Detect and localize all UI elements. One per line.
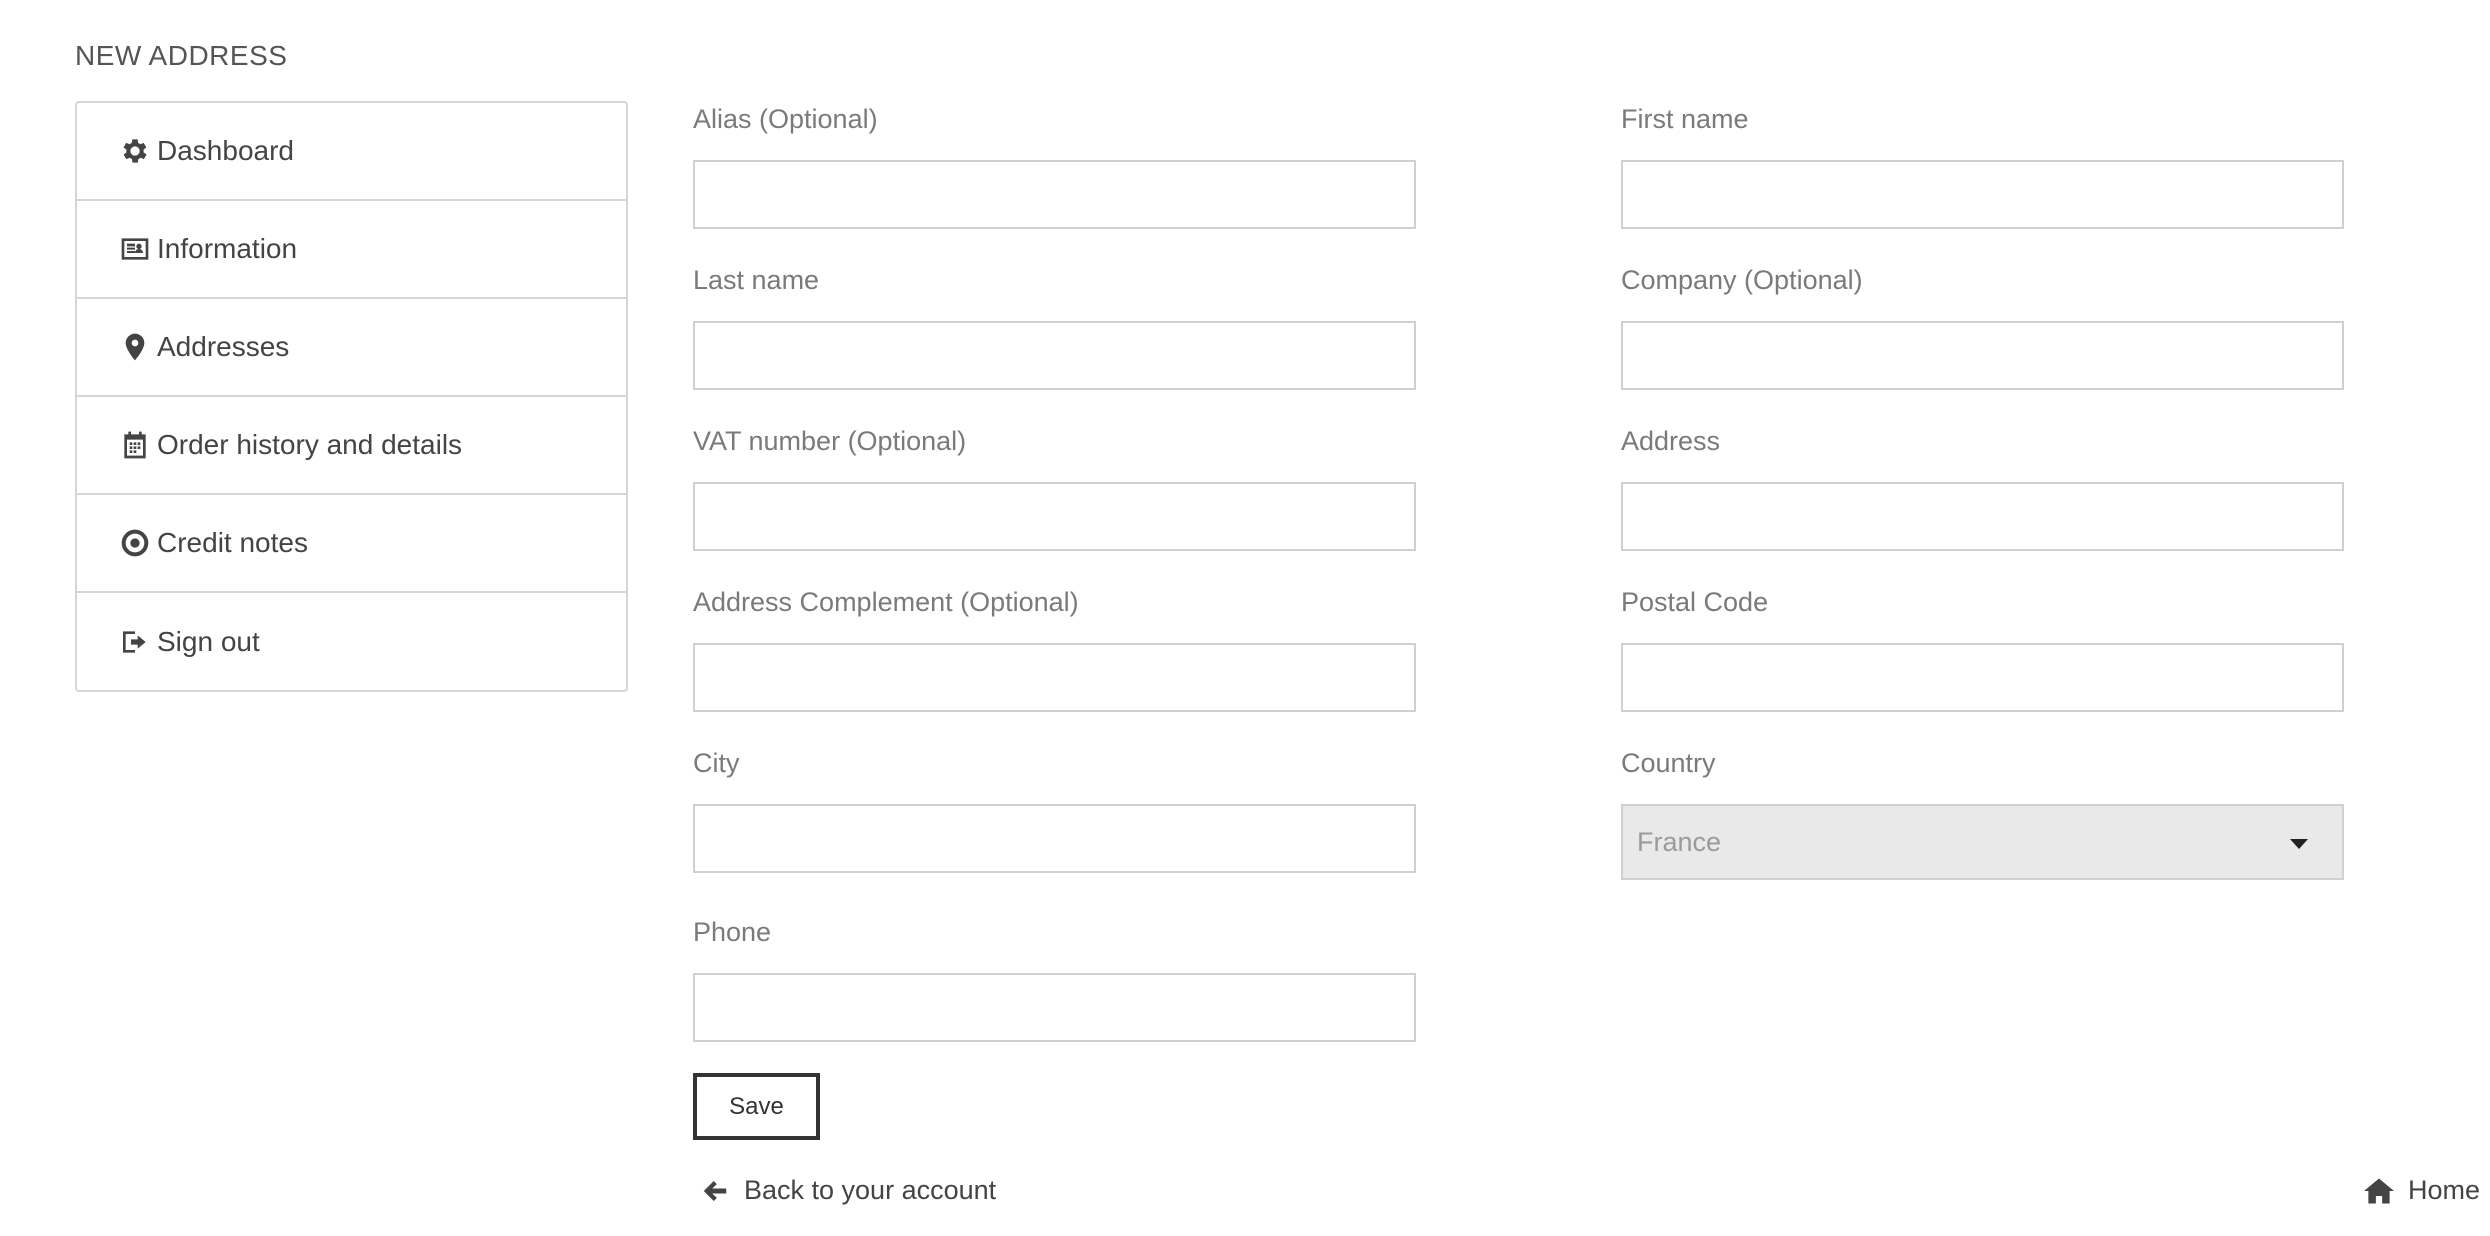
postal-code-field[interactable]: [1621, 643, 2344, 712]
country-label: Country: [1621, 748, 1716, 778]
postal-code-label: Postal Code: [1621, 587, 1769, 617]
sidebar-item-label: Credit notes: [157, 527, 308, 558]
gear-icon: [117, 133, 153, 169]
sidebar-item-dashboard[interactable]: Dashboard: [77, 103, 626, 201]
sidebar-item-label: Sign out: [157, 625, 260, 657]
first-name-field[interactable]: [1621, 160, 2344, 229]
sidebar-item-information[interactable]: Information: [77, 201, 626, 299]
back-link-label: Back to your account: [744, 1175, 997, 1205]
country-select[interactable]: France: [1621, 804, 2344, 880]
last-name-field[interactable]: [693, 321, 1416, 390]
sidebar-item-label: Information: [157, 233, 298, 264]
back-to-account-link[interactable]: Back to your account: [700, 1175, 996, 1206]
phone-field[interactable]: [693, 973, 1416, 1042]
sidebar-item-order-history[interactable]: Order history and details: [77, 397, 626, 495]
first-name-label: First name: [1621, 104, 1749, 134]
sidebar-item-label: Addresses: [157, 331, 290, 362]
save-button[interactable]: Save: [693, 1073, 820, 1140]
address-field[interactable]: [1621, 482, 2344, 551]
sidebar-item-sign-out[interactable]: Sign out: [77, 593, 626, 690]
company-label: Company (Optional): [1621, 265, 1863, 295]
arrow-left-icon: [703, 1180, 727, 1201]
account-sidebar: Dashboard Information Addresses Order hi…: [75, 101, 628, 692]
map-pin-icon: [117, 329, 153, 365]
address-complement-label: Address Complement (Optional): [693, 587, 1079, 617]
circle-dot-icon: [117, 525, 153, 561]
sign-out-icon: [117, 624, 153, 660]
sidebar-item-credit-notes[interactable]: Credit notes: [77, 495, 626, 593]
alias-label: Alias (Optional): [693, 104, 878, 134]
address-label: Address: [1621, 426, 1721, 456]
last-name-label: Last name: [693, 265, 820, 295]
phone-label: Phone: [693, 917, 772, 947]
alias-field[interactable]: [693, 160, 1416, 229]
home-icon: [2363, 1178, 2394, 1203]
vat-number-field[interactable]: [693, 482, 1416, 551]
chevron-down-icon: [2290, 839, 2308, 849]
address-complement-field[interactable]: [693, 643, 1416, 712]
home-link[interactable]: Home: [2362, 1175, 2480, 1206]
vat-number-label: VAT number (Optional): [693, 426, 967, 456]
sidebar-item-label: Dashboard: [157, 135, 294, 166]
calendar-icon: [117, 427, 153, 463]
id-card-icon: [117, 231, 153, 267]
company-field[interactable]: [1621, 321, 2344, 390]
city-field[interactable]: [693, 804, 1416, 873]
sidebar-item-label: Order history and details: [157, 429, 463, 460]
home-link-label: Home: [2407, 1175, 2480, 1205]
country-selected-value: France: [1637, 826, 1722, 857]
city-label: City: [693, 748, 740, 778]
page-title: NEW ADDRESS: [75, 40, 288, 71]
sidebar-item-addresses[interactable]: Addresses: [77, 299, 626, 397]
